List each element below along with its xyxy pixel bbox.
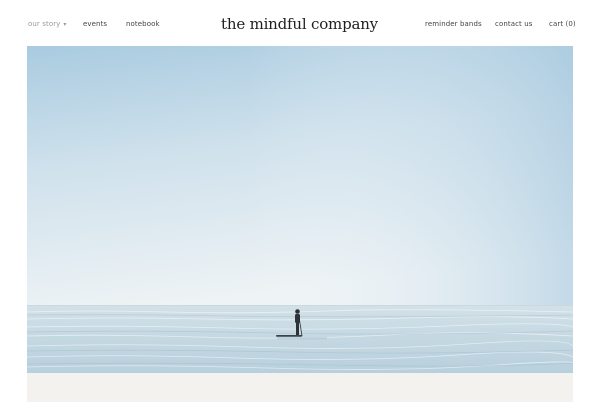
hero-photo [27,46,573,373]
nav-events[interactable]: events [83,18,107,30]
content-band [27,373,573,402]
nav-contact-us[interactable]: contact us [495,18,533,30]
brand-logo[interactable]: the mindful company [221,15,378,33]
nav-cart[interactable]: cart (0) [549,18,576,30]
hero-image [27,46,573,373]
chevron-down-icon: ▾ [63,21,67,28]
nav-our-story[interactable]: our story ▾ [28,18,67,31]
site-header: our story ▾ events notebook the mindful c… [0,0,599,46]
nav-reminder-bands[interactable]: reminder bands [425,18,482,30]
nav-notebook[interactable]: notebook [126,18,160,30]
nav-our-story-label: our story [28,20,61,28]
